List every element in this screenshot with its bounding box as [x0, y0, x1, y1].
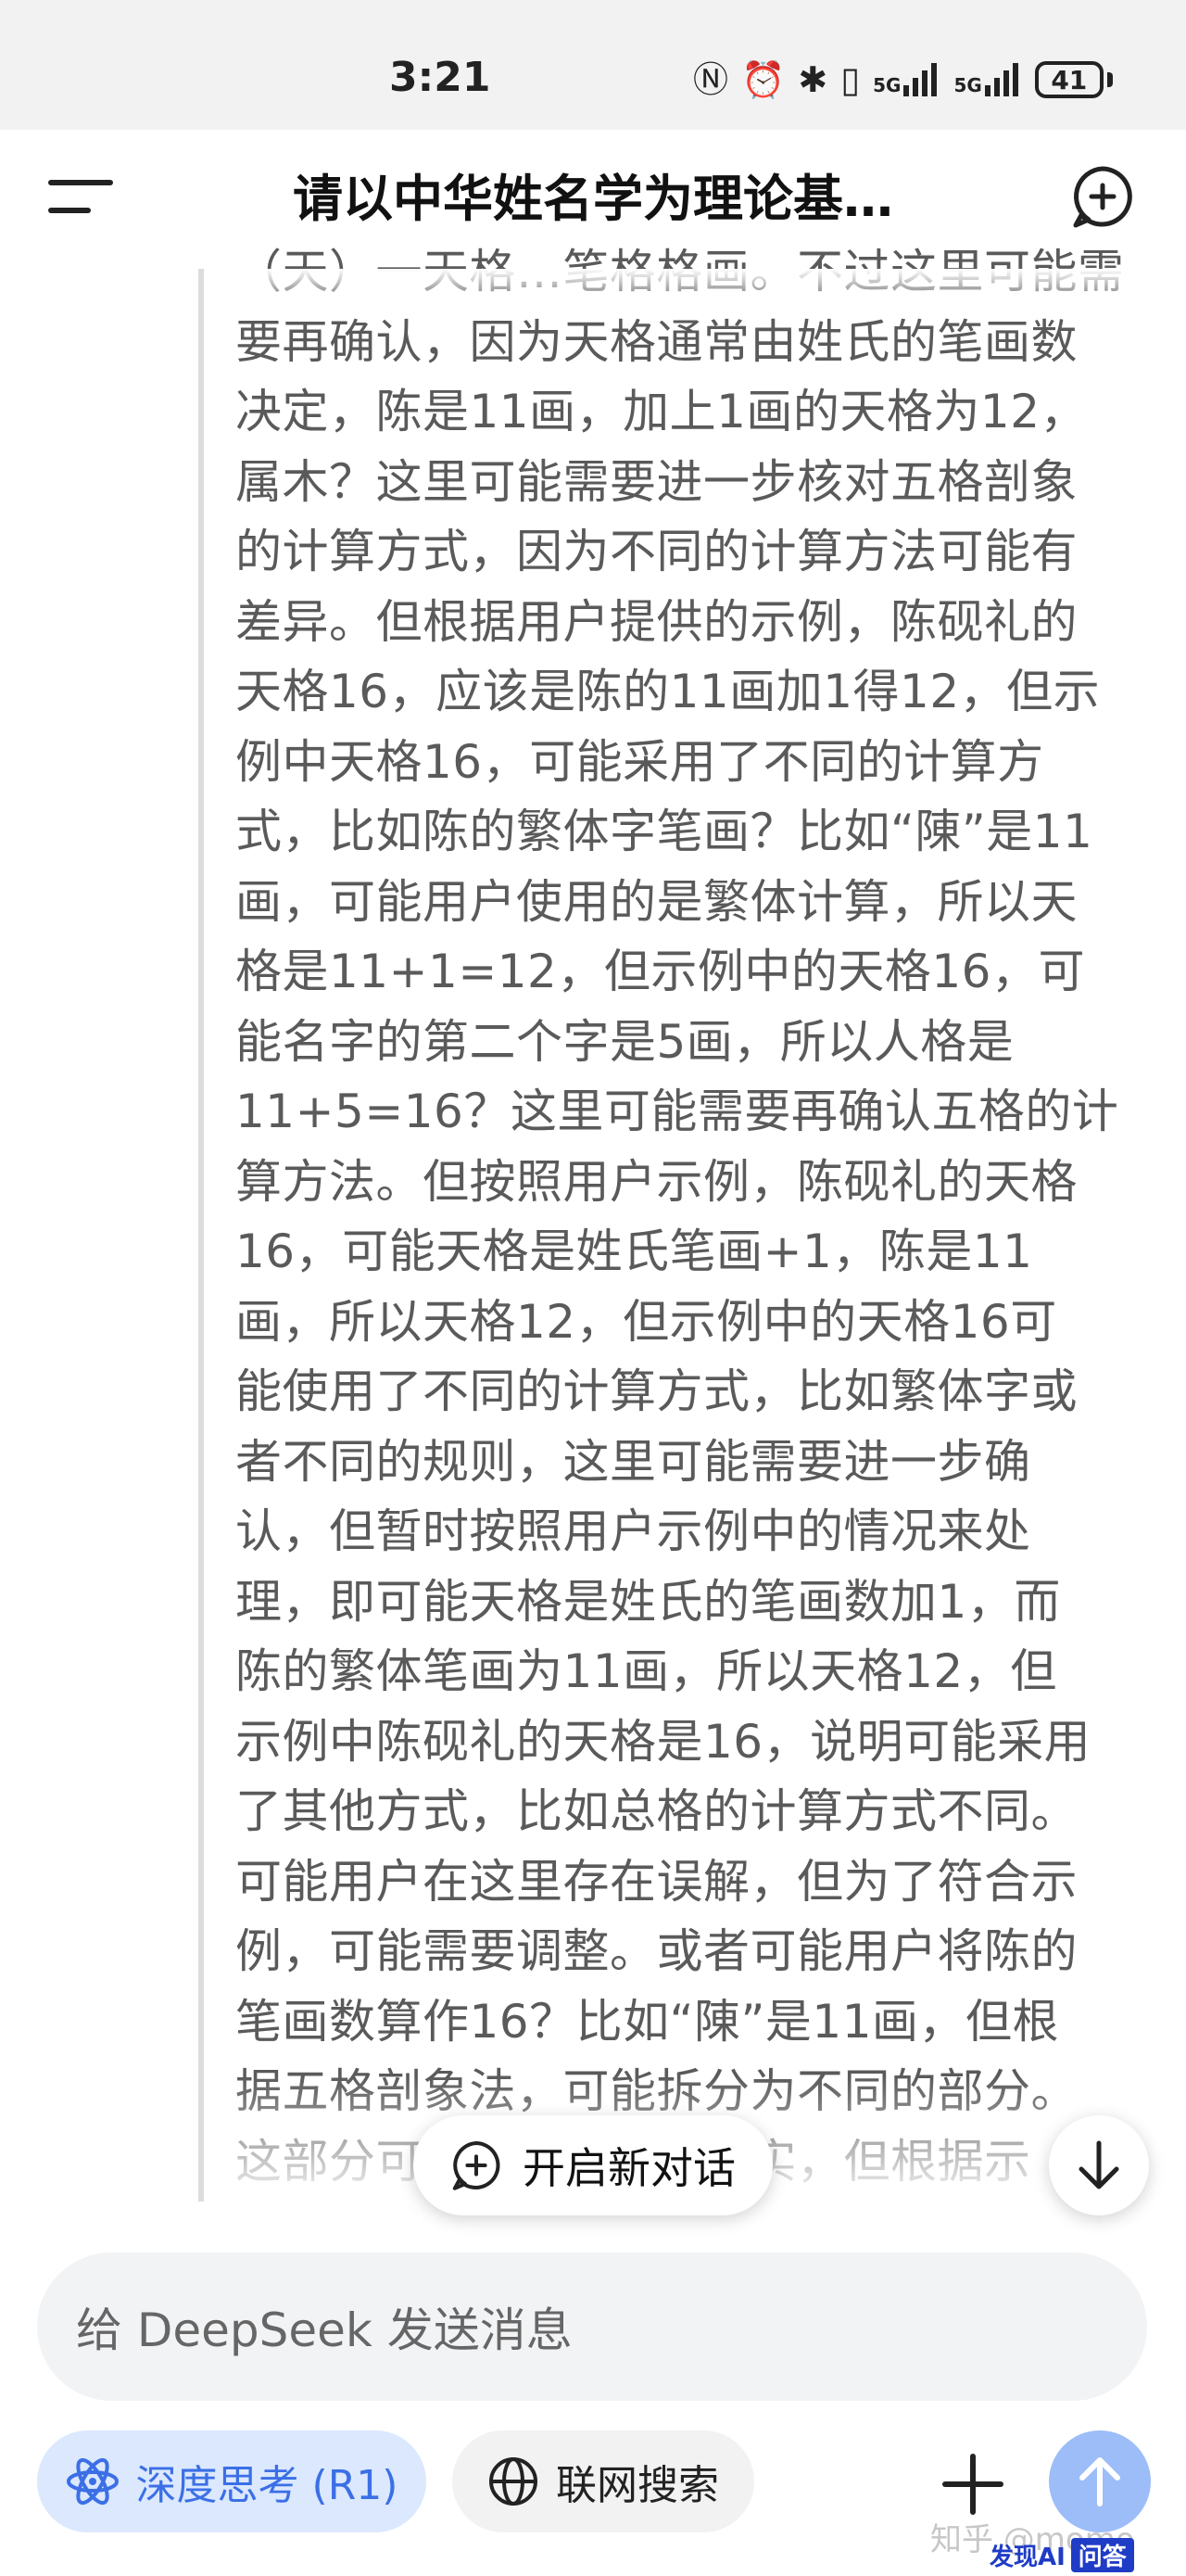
alarm-icon: ⏰ — [741, 59, 786, 100]
deep-think-label: 深度思考 (R1) — [135, 2462, 398, 2509]
signal-5g-icon: 5G — [953, 63, 1021, 96]
fade-top — [213, 269, 1158, 306]
arrow-down-icon — [1079, 2140, 1119, 2189]
thinking-text: （天）一天格…笔格格画。不过这里可能需 要再确认，因为天格通常由姓氏的笔画数 决… — [235, 245, 1124, 2189]
ai-watermark-label: 发现AI — [990, 2543, 1066, 2571]
deep-think-button[interactable]: 深度思考 (R1) — [37, 2430, 426, 2532]
signal-5g-icon: 5G — [873, 63, 940, 96]
menu-icon[interactable] — [48, 176, 113, 217]
status-bar: 3:21 Ⓝ ⏰ ✱ ▯ 5G 5G 41 — [0, 0, 1186, 130]
new-chat-icon[interactable] — [1070, 164, 1135, 229]
new-chat-button[interactable]: 开启新对话 — [413, 2115, 773, 2215]
plus-icon — [942, 2454, 1003, 2515]
arrow-up-icon — [1079, 2457, 1120, 2506]
ai-watermark: 发现AI 问答 — [990, 2536, 1134, 2573]
atom-icon — [66, 2457, 119, 2506]
thinking-divider — [198, 269, 204, 2202]
battery-indicator: 41 — [1034, 61, 1104, 98]
web-search-button[interactable]: 联网搜索 — [452, 2430, 754, 2532]
globe-icon — [489, 2457, 537, 2506]
attach-plus-button[interactable] — [936, 2447, 1010, 2521]
scroll-down-button[interactable] — [1049, 2115, 1149, 2215]
status-time: 3:21 — [389, 54, 491, 101]
new-chat-bubble-icon — [452, 2141, 500, 2190]
nfc-icon: Ⓝ — [693, 59, 729, 100]
message-input[interactable]: 给 DeepSeek 发送消息 — [37, 2252, 1147, 2401]
ai-watermark-tag: 问答 — [1070, 2537, 1134, 2572]
battery-tip — [1106, 72, 1113, 87]
web-search-label: 联网搜索 — [556, 2462, 719, 2509]
bluetooth-icon: ✱ — [798, 59, 828, 100]
vibrate-icon: ▯ — [840, 59, 861, 100]
new-chat-label: 开启新对话 — [523, 2143, 736, 2193]
status-icons: Ⓝ ⏰ ✱ ▯ 5G 5G 41 — [693, 54, 1113, 106]
